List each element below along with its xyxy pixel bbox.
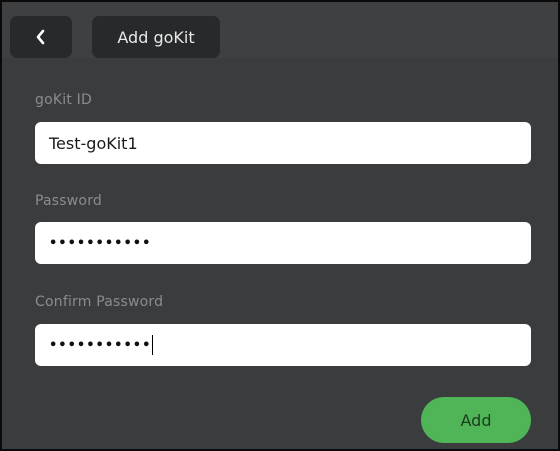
add-gokit-screen: Add goKit goKit ID Test-goKit1 Password … <box>0 0 560 451</box>
password-input[interactable]: ••••••••••• <box>35 222 531 264</box>
back-button[interactable] <box>10 16 72 58</box>
confirm-password-input[interactable]: ••••••••••• <box>35 324 531 366</box>
gokit-id-input[interactable]: Test-goKit1 <box>35 122 531 164</box>
gokit-id-value: Test-goKit1 <box>49 133 138 153</box>
password-masked-value: ••••••••••• <box>49 235 152 251</box>
page-title: Add goKit <box>92 16 220 58</box>
text-cursor <box>152 335 154 355</box>
confirm-password-label: Confirm Password <box>35 294 164 310</box>
password-label: Password <box>35 193 102 209</box>
chevron-left-icon <box>35 29 47 45</box>
confirm-password-masked-value: ••••••••••• <box>49 337 152 353</box>
header-bar: Add goKit <box>2 2 558 58</box>
add-button[interactable]: Add <box>421 397 531 443</box>
gokit-id-label: goKit ID <box>35 92 92 108</box>
